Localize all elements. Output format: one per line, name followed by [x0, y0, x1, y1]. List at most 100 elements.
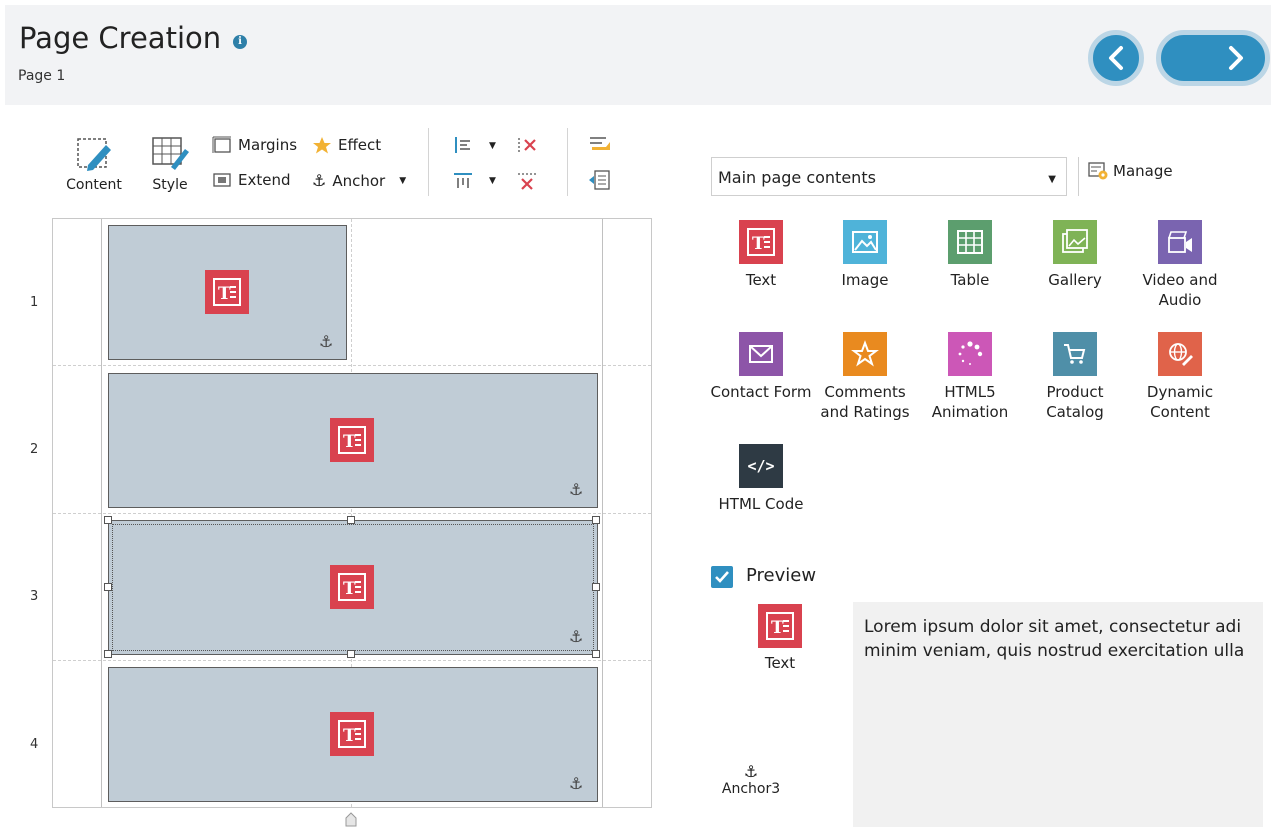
- text-block[interactable]: T ⚓: [108, 225, 347, 360]
- preview-pane: Lorem ipsum dolor sit amet, consectetur …: [853, 602, 1263, 827]
- style-brush-icon: [152, 137, 189, 170]
- gallery-widget[interactable]: Gallery: [1023, 220, 1127, 290]
- resize-handle[interactable]: [104, 650, 112, 658]
- table-widget[interactable]: Table: [918, 220, 1022, 290]
- previous-step-button[interactable]: [1088, 30, 1144, 86]
- checkmark-icon: [715, 571, 729, 583]
- grid-row-line: [53, 513, 651, 514]
- star-icon: [313, 137, 331, 154]
- widget-label: HTML Code: [718, 495, 804, 513]
- preview-text: Lorem ipsum dolor sit amet, consectetur …: [864, 615, 1244, 663]
- anchor-icon: ⚓: [569, 627, 584, 646]
- preview-line: minim veniam, quis nostrud exercitation …: [864, 641, 1245, 661]
- content-label: Content: [66, 177, 122, 193]
- anchor-button[interactable]: ⚓ Anchor ▼: [312, 171, 406, 190]
- image-widget[interactable]: Image: [813, 220, 917, 290]
- text-block[interactable]: T ⚓: [108, 667, 598, 802]
- svg-text:T: T: [218, 284, 231, 304]
- dynamic-content-widget[interactable]: Dynamic Content: [1128, 332, 1232, 422]
- page-title: Page Creation: [19, 21, 222, 55]
- resize-handle[interactable]: [592, 650, 600, 658]
- image-icon: [843, 220, 887, 264]
- margins-button[interactable]: Margins: [212, 136, 297, 154]
- widget-label: Gallery: [1048, 271, 1102, 289]
- extend-button[interactable]: Extend: [212, 171, 291, 189]
- widget-label: Dynamic Content: [1146, 383, 1214, 421]
- style-button[interactable]: Style: [142, 135, 198, 193]
- effect-button[interactable]: Effect: [312, 136, 381, 154]
- manage-button[interactable]: Manage: [1087, 161, 1173, 181]
- gallery-icon: [1053, 220, 1097, 264]
- next-step-button[interactable]: [1156, 30, 1270, 86]
- anchor-icon: ⚓: [312, 171, 327, 190]
- html5-animation-widget[interactable]: HTML5 Animation: [918, 332, 1022, 422]
- column-marker-icon[interactable]: [345, 812, 357, 827]
- page-layout-icon[interactable]: [588, 169, 612, 191]
- margins-icon: [212, 136, 231, 153]
- text-block-selected[interactable]: T ⚓: [108, 520, 598, 655]
- content-section-dropdown[interactable]: Main page contents ▼: [711, 157, 1067, 196]
- html-code-widget[interactable]: </> HTML Code: [709, 444, 813, 514]
- resize-handle[interactable]: [104, 583, 112, 591]
- preview-widget-label: Text: [764, 654, 796, 672]
- align-top-icon[interactable]: [453, 171, 473, 189]
- remove-row-icon[interactable]: [516, 171, 538, 191]
- extend-label: Extend: [238, 171, 291, 189]
- resize-handle[interactable]: [347, 516, 355, 524]
- page-layout-grid[interactable]: T ⚓ T ⚓ T ⚓ T ⚓: [52, 218, 652, 808]
- contact-form-widget[interactable]: Contact Form: [709, 332, 813, 402]
- effect-label: Effect: [338, 136, 382, 154]
- preview-text-widget: T Text: [740, 604, 820, 672]
- content-button[interactable]: Content: [62, 135, 126, 193]
- ribbon-separator: [567, 128, 568, 196]
- resize-handle[interactable]: [592, 516, 600, 524]
- text-icon: T: [758, 604, 802, 648]
- remove-column-icon[interactable]: [516, 136, 538, 154]
- video-icon: [1158, 220, 1202, 264]
- text-block[interactable]: T ⚓: [108, 373, 598, 508]
- info-icon[interactable]: i: [233, 35, 247, 49]
- widget-label: Image: [841, 271, 889, 289]
- anchor-icon: ⚓: [743, 762, 759, 781]
- grid-row-line: [53, 660, 651, 661]
- code-icon: </>: [739, 444, 783, 488]
- page-subtitle: Page 1: [18, 68, 66, 84]
- widget-label: Product Catalog: [1046, 383, 1104, 421]
- anchor-icon: ⚓: [569, 774, 584, 793]
- style-label: Style: [152, 177, 188, 193]
- text-icon: T: [330, 565, 374, 609]
- widget-label: HTML5 Animation: [931, 383, 1009, 421]
- align-left-icon[interactable]: [453, 136, 473, 154]
- resize-handle[interactable]: [347, 650, 355, 658]
- text-icon: T: [330, 418, 374, 462]
- chevron-down-icon[interactable]: ▼: [399, 176, 406, 186]
- content-edit-icon: [77, 138, 111, 171]
- comments-ratings-widget[interactable]: Comments and Ratings: [813, 332, 917, 422]
- preview-line: Lorem ipsum dolor sit amet, consectetur …: [864, 617, 1242, 637]
- preview-label: Preview: [746, 565, 817, 586]
- widget-label: Contact Form: [710, 383, 812, 401]
- ribbon-separator: [428, 128, 429, 196]
- text-widget[interactable]: T Text: [709, 220, 813, 290]
- preview-checkbox[interactable]: [711, 566, 733, 588]
- resize-handle[interactable]: [592, 583, 600, 591]
- svg-text:T: T: [343, 726, 356, 746]
- svg-text:T: T: [343, 432, 356, 452]
- manage-icon: [1088, 162, 1108, 180]
- text-icon: T: [330, 712, 374, 756]
- table-icon: [948, 220, 992, 264]
- format-paint-icon[interactable]: [588, 134, 612, 154]
- svg-text:T: T: [771, 618, 784, 638]
- widget-label: Table: [950, 271, 990, 289]
- anchor-icon: ⚓: [319, 332, 334, 351]
- anchor-item[interactable]: ⚓ Anchor3: [719, 762, 783, 797]
- margins-label: Margins: [238, 136, 298, 154]
- chevron-down-icon[interactable]: ▼: [489, 176, 496, 186]
- product-catalog-widget[interactable]: Product Catalog: [1023, 332, 1127, 422]
- chevron-down-icon[interactable]: ▼: [489, 141, 496, 151]
- envelope-icon: [739, 332, 783, 376]
- resize-handle[interactable]: [104, 516, 112, 524]
- extend-icon: [213, 173, 231, 187]
- svg-text:T: T: [752, 234, 765, 254]
- video-audio-widget[interactable]: Video and Audio: [1128, 220, 1232, 310]
